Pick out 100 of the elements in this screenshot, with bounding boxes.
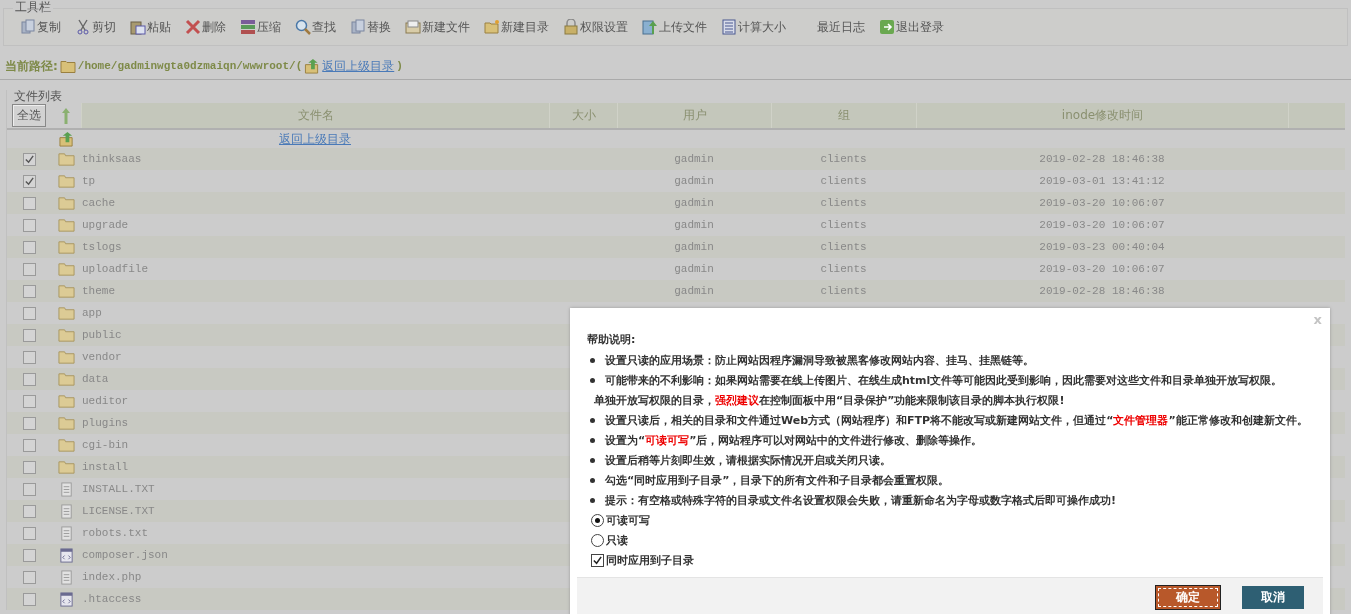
row-checkbox[interactable] <box>22 372 36 386</box>
row-checkbox[interactable] <box>22 416 36 430</box>
file-name[interactable]: uploadfile <box>81 263 549 275</box>
file-group: clients <box>820 175 867 187</box>
help-text: 提示：有空格或特殊字符的目录或文件名设置权限会失败，请重新命名为字母或数字格式后即可操作成功! <box>605 492 1117 508</box>
bullet-icon <box>590 437 595 443</box>
file-name[interactable]: tp <box>81 175 549 187</box>
file-name[interactable]: upgrade <box>81 219 549 231</box>
folder-icon <box>57 349 75 365</box>
toolbar-button[interactable]: 新建文件 <box>405 18 470 36</box>
file-name[interactable]: INSTALL.TXT <box>81 483 549 495</box>
file-name[interactable]: data <box>81 373 549 385</box>
file-modified-time: 2019-03-20 10:06:07 <box>1039 219 1165 231</box>
row-checkbox[interactable] <box>22 548 36 562</box>
file-name[interactable]: ueditor <box>81 395 549 407</box>
column-header[interactable]: inode修改时间 <box>916 103 1288 128</box>
file-name[interactable]: install <box>81 461 549 473</box>
column-header[interactable]: 用户 <box>617 103 771 128</box>
row-checkbox[interactable] <box>22 174 36 188</box>
toolbar-button[interactable]: 粘贴 <box>130 18 171 36</box>
pages-icon <box>20 19 36 35</box>
folder-icon <box>484 19 500 35</box>
help-text: 可能带来的不利影响：如果网站需要在线上传图片、在线生成html文件等可能因此受到影响，因此需要对这些文件和目录单独开放写权限。 <box>605 372 1283 388</box>
radio-button[interactable] <box>591 533 604 547</box>
upload-icon <box>642 19 658 35</box>
column-header[interactable]: 大小 <box>549 103 617 128</box>
file-name[interactable]: .htaccess <box>81 593 549 605</box>
row-checkbox[interactable] <box>22 526 36 540</box>
row-checkbox[interactable] <box>22 592 36 606</box>
file-name[interactable]: plugins <box>81 417 549 429</box>
toolbar-button[interactable]: 上传文件 <box>642 18 707 36</box>
parent-directory-link[interactable]: 返回上级目录 <box>279 131 351 146</box>
file-list-legend: 文件列表 <box>14 90 1345 103</box>
cancel-button[interactable]: 取消 <box>1242 586 1304 609</box>
file-name[interactable]: app <box>81 307 549 319</box>
file-name[interactable]: cgi-bin <box>81 439 549 451</box>
checkbox[interactable] <box>591 553 604 567</box>
row-checkbox[interactable] <box>22 152 36 166</box>
folder-icon <box>57 239 75 255</box>
row-checkbox[interactable] <box>22 306 36 320</box>
row-checkbox[interactable] <box>22 196 36 210</box>
file-name[interactable]: public <box>81 329 549 341</box>
books-icon <box>240 19 256 35</box>
path-label: 当前路径: <box>5 57 58 75</box>
close-button[interactable]: x <box>1313 312 1322 327</box>
calculator-icon <box>721 19 737 35</box>
bullet-icon <box>590 357 595 363</box>
file-modified-time: 2019-03-01 13:41:12 <box>1039 175 1165 187</box>
file-name[interactable]: LICENSE.TXT <box>81 505 549 517</box>
folder-icon <box>57 283 75 299</box>
row-checkbox[interactable] <box>22 438 36 452</box>
up-arrow-icon[interactable] <box>61 106 71 125</box>
file-group: clients <box>820 197 867 209</box>
toolbar-button[interactable]: 删除 <box>185 18 226 36</box>
exit-icon <box>879 19 895 35</box>
row-checkbox[interactable] <box>22 482 36 496</box>
file-group: clients <box>820 263 867 275</box>
toolbar-button[interactable]: 权限设置 <box>563 18 628 36</box>
file-modified-time: 2019-03-23 00:40:04 <box>1039 241 1165 253</box>
file-name[interactable]: composer.json <box>81 549 549 561</box>
row-checkbox[interactable] <box>22 460 36 474</box>
help-text: 设置后稍等片刻即生效，请根据实际情况开启或关闭只读。 <box>605 452 891 468</box>
parent-directory-link[interactable]: 返回上级目录 <box>322 57 395 75</box>
toolbar-button[interactable]: 查找 <box>295 18 336 36</box>
help-text: 设置为“可读可写”后，网站程序可以对网站中的文件进行修改、删除等操作。 <box>605 432 983 448</box>
column-header[interactable]: 组 <box>771 103 916 128</box>
toolbar-button[interactable]: 剪切 <box>75 18 116 36</box>
help-text: 单独开放写权限的目录，强烈建议在控制面板中用“目录保护”功能来限制该目录的脚本执行权限! <box>594 392 1065 408</box>
toolbar-legend: 工具栏 <box>13 1 53 13</box>
bullet-icon <box>590 377 595 383</box>
select-all-button[interactable]: 全选 <box>12 104 46 127</box>
file-name[interactable]: robots.txt <box>81 527 549 539</box>
file-name[interactable]: index.php <box>81 571 549 583</box>
up-folder-icon <box>304 58 321 74</box>
file-name[interactable]: cache <box>81 197 549 209</box>
row-checkbox[interactable] <box>22 262 36 276</box>
file-name[interactable]: vendor <box>81 351 549 363</box>
folder-icon <box>57 217 75 233</box>
toolbar-button[interactable]: 退出登录 <box>879 18 944 36</box>
radio-button[interactable] <box>591 513 604 527</box>
file-name[interactable]: thinksaas <box>81 153 549 165</box>
row-checkbox[interactable] <box>22 504 36 518</box>
file-name[interactable]: tslogs <box>81 241 549 253</box>
row-checkbox[interactable] <box>22 350 36 364</box>
file-name[interactable]: theme <box>81 285 549 297</box>
row-checkbox[interactable] <box>22 328 36 342</box>
column-header[interactable]: 文件名 <box>81 103 549 128</box>
toolbar-button[interactable]: 替换 <box>350 18 391 36</box>
toolbar-button[interactable]: 压缩 <box>240 18 281 36</box>
row-checkbox[interactable] <box>22 218 36 232</box>
row-checkbox[interactable] <box>22 284 36 298</box>
toolbar-button[interactable]: 最近日志 <box>800 18 865 36</box>
row-checkbox[interactable] <box>22 570 36 584</box>
row-checkbox[interactable] <box>22 240 36 254</box>
row-checkbox[interactable] <box>22 394 36 408</box>
confirm-button[interactable]: 确定 <box>1156 586 1220 609</box>
toolbar-button[interactable]: 计算大小 <box>721 18 786 36</box>
option-label: 可读可写 <box>606 512 650 528</box>
toolbar-button[interactable]: 复制 <box>20 18 61 36</box>
toolbar-button[interactable]: 新建目录 <box>484 18 549 36</box>
